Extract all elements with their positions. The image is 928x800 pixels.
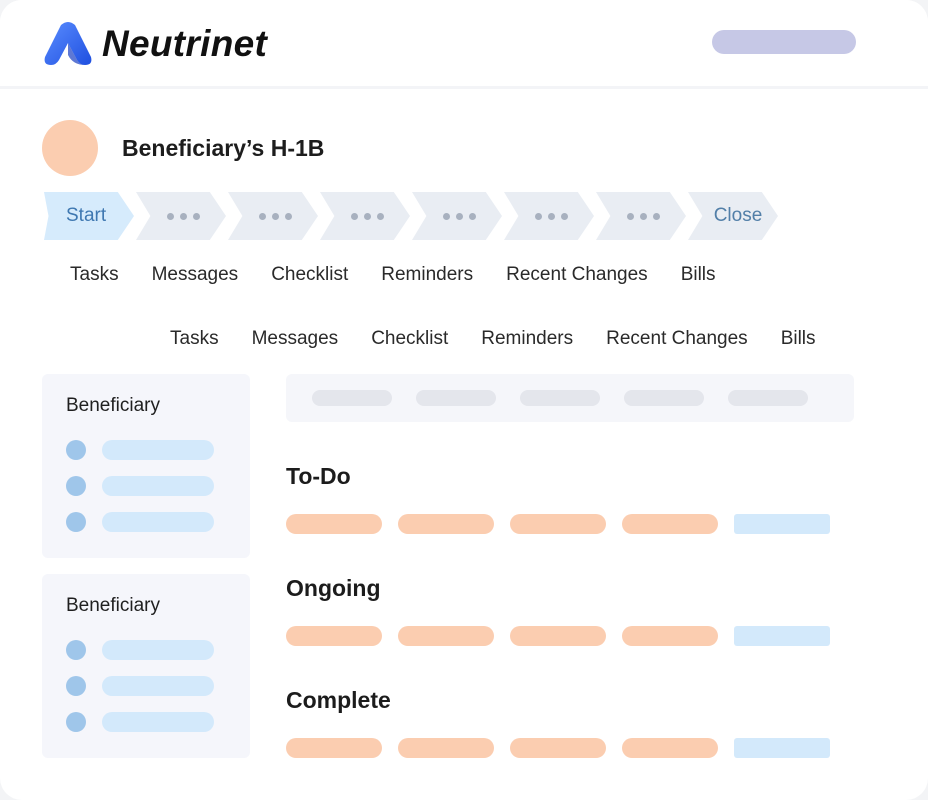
task-pill[interactable] [286,738,382,758]
section-title-ongoing: Ongoing [286,575,381,601]
bullet-icon [66,712,86,732]
dots-icon [255,212,292,220]
task-pill[interactable] [622,626,718,646]
app-header: Neutrinet [0,0,928,89]
dots-icon [439,212,476,220]
bullet-icon [66,640,86,660]
beneficiary-panel: Beneficiary [42,574,250,758]
task-pill[interactable] [510,626,606,646]
task-pill[interactable] [734,738,830,758]
task-pill[interactable] [734,626,830,646]
bullet-icon [66,676,86,696]
list-item[interactable] [66,476,238,496]
list-item[interactable] [66,440,238,460]
placeholder-bar [102,676,214,696]
neutrinet-logo-icon[interactable] [43,21,93,67]
filter-pill[interactable] [520,390,600,406]
bullet-icon [66,476,86,496]
bullet-icon [66,440,86,460]
tab-bar-secondary: Tasks Messages Checklist Reminders Recen… [170,327,816,351]
filter-bar [286,374,854,422]
step-start[interactable]: Start [44,192,134,240]
ongoing-row [286,626,830,646]
tab-reminders[interactable]: Reminders [381,263,473,287]
tab-checklist[interactable]: Checklist [271,263,348,287]
placeholder-bar [102,512,214,532]
tab-recent-changes[interactable]: Recent Changes [506,263,648,287]
task-pill[interactable] [398,514,494,534]
step-2[interactable] [136,192,226,240]
step-close[interactable]: Close [688,192,778,240]
task-pill[interactable] [510,514,606,534]
case-title: Beneficiary’s H-1B [122,135,325,161]
tab-tasks[interactable]: Tasks [70,263,119,287]
tab-bar-primary: Tasks Messages Checklist Reminders Recen… [70,263,716,287]
tab-bills[interactable]: Bills [781,327,816,351]
task-pill[interactable] [286,514,382,534]
step-5[interactable] [412,192,502,240]
task-pill[interactable] [622,514,718,534]
placeholder-bar [102,712,214,732]
step-6[interactable] [504,192,594,240]
task-pill[interactable] [398,738,494,758]
beneficiary-panel: Beneficiary [42,374,250,558]
placeholder-bar [102,440,214,460]
tab-checklist[interactable]: Checklist [371,327,448,351]
step-7[interactable] [596,192,686,240]
step-4[interactable] [320,192,410,240]
panel-title: Beneficiary [66,595,160,616]
step-3[interactable] [228,192,318,240]
filter-pill[interactable] [624,390,704,406]
filter-pill[interactable] [728,390,808,406]
bullet-icon [66,512,86,532]
task-pill[interactable] [398,626,494,646]
section-title-complete: Complete [286,687,391,713]
section-title-todo: To-Do [286,463,351,489]
panel-title: Beneficiary [66,395,160,416]
app-card: Neutrinet Beneficiary’s H-1B Start Close [0,0,928,800]
filter-pill[interactable] [416,390,496,406]
tab-bills[interactable]: Bills [681,263,716,287]
step-close-label: Close [713,205,763,226]
task-pill[interactable] [286,626,382,646]
step-start-label: Start [66,205,107,226]
tab-messages[interactable]: Messages [252,327,339,351]
tab-messages[interactable]: Messages [152,263,239,287]
list-item[interactable] [66,676,238,696]
list-item[interactable] [66,512,238,532]
placeholder-bar [102,640,214,660]
list-item[interactable] [66,712,238,732]
dots-icon [347,212,384,220]
todo-row [286,514,830,534]
tab-tasks[interactable]: Tasks [170,327,219,351]
filter-pill[interactable] [312,390,392,406]
tab-recent-changes[interactable]: Recent Changes [606,327,748,351]
dots-icon [623,212,660,220]
list-item[interactable] [66,640,238,660]
header-placeholder-pill[interactable] [712,30,856,54]
dots-icon [531,212,568,220]
placeholder-bar [102,476,214,496]
task-pill[interactable] [622,738,718,758]
task-pill[interactable] [510,738,606,758]
avatar[interactable] [42,120,98,176]
complete-row [286,738,830,758]
stepper: Start Close [44,192,784,240]
brand-name: Neutrinet [102,23,268,64]
tab-reminders[interactable]: Reminders [481,327,573,351]
task-pill[interactable] [734,514,830,534]
dots-icon [163,212,200,220]
